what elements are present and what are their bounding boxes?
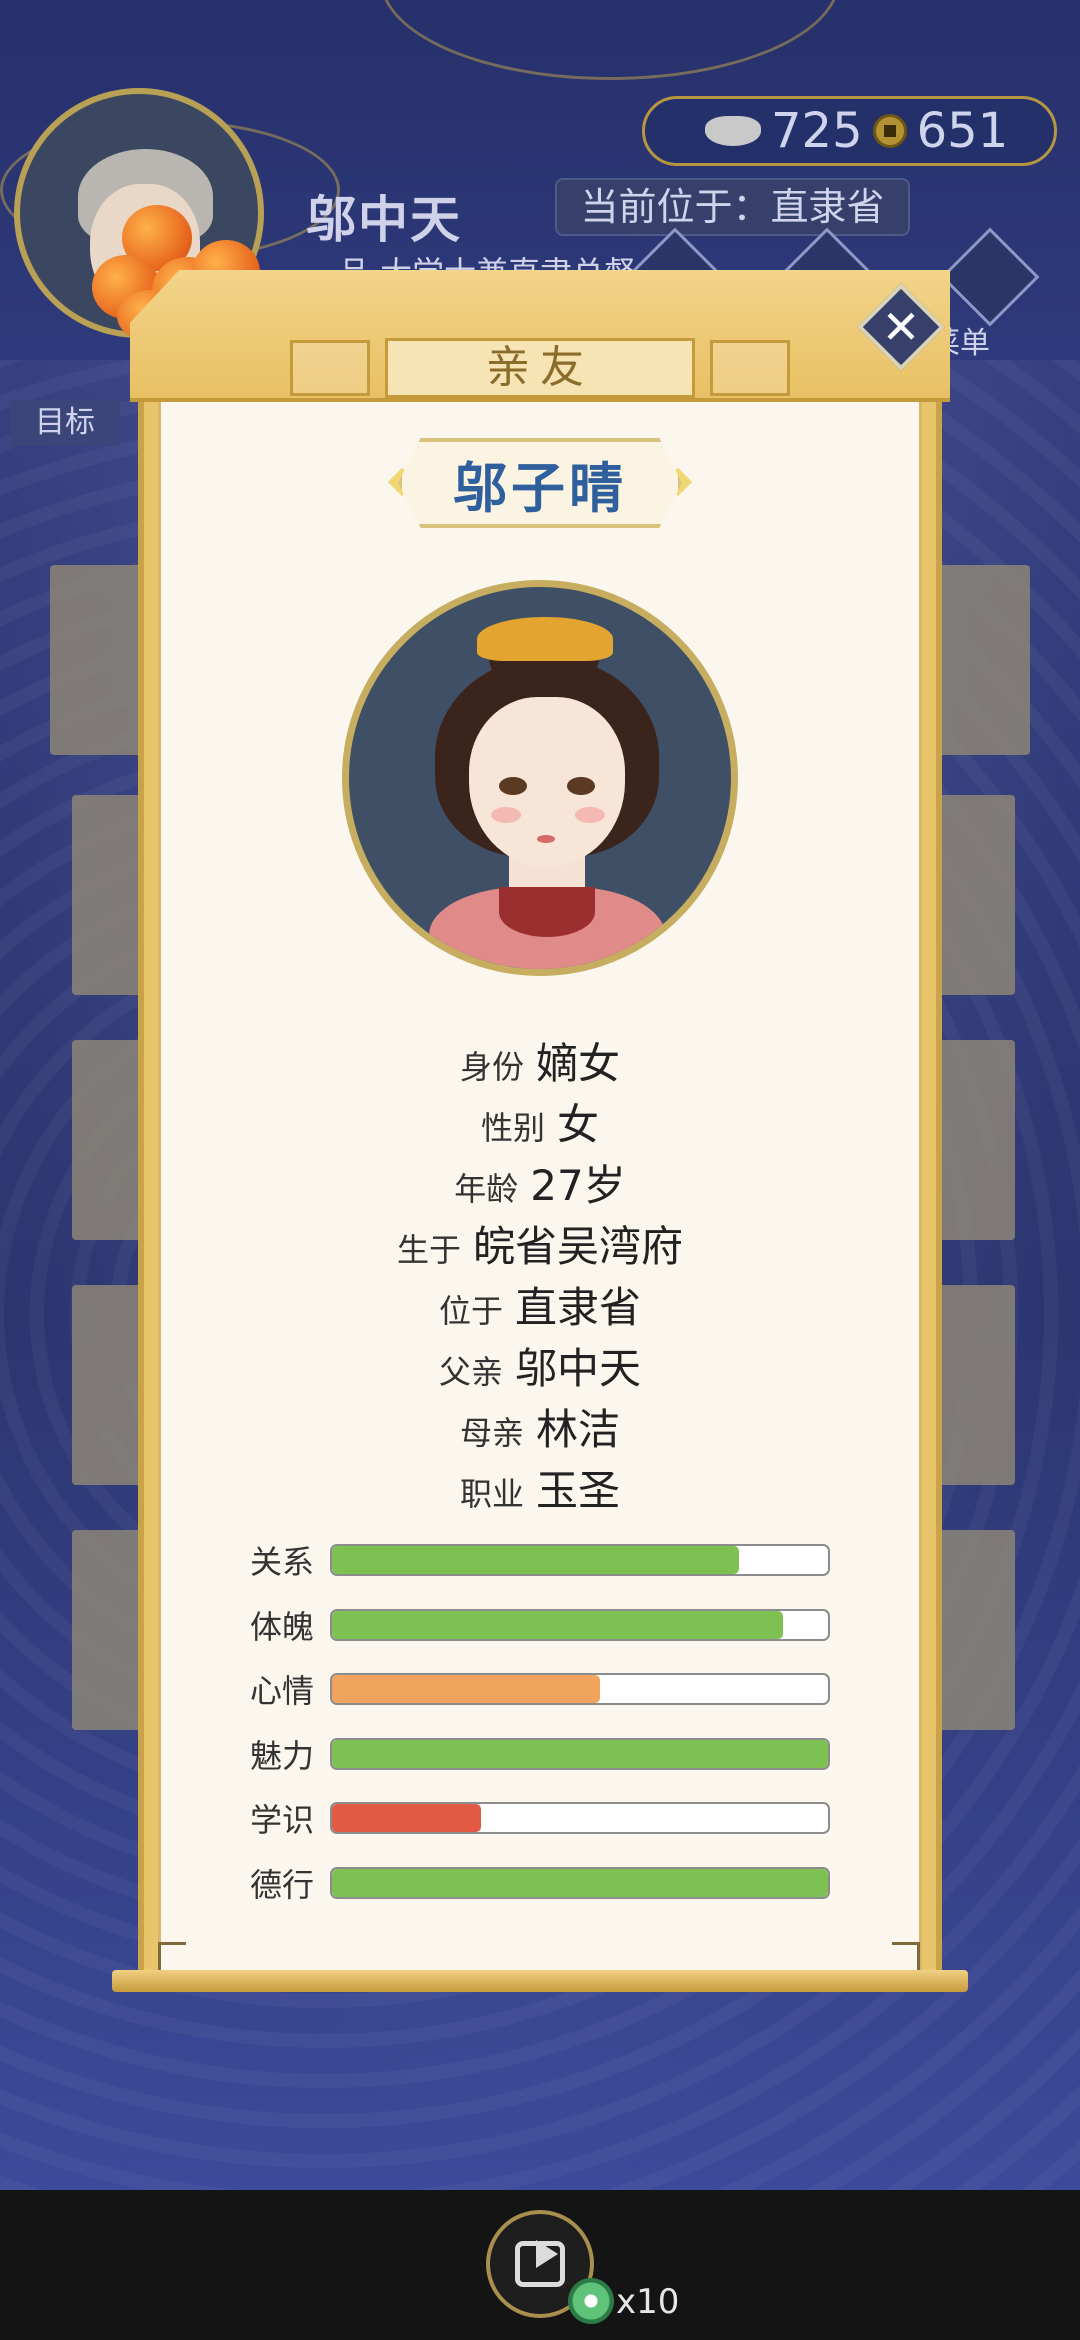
stat-bar <box>330 1673 830 1706</box>
info-key: 父亲 <box>438 1353 503 1391</box>
player-name: 邬中天 <box>306 191 462 249</box>
info-row-gender: 性别 女 <box>158 1091 922 1152</box>
modal-title: 亲友 <box>385 338 695 398</box>
silver-ingot-icon <box>705 116 761 146</box>
character-name: 邬子晴 <box>398 438 682 528</box>
info-value: 皖省吴湾府 <box>473 1222 684 1271</box>
header-ornament <box>710 340 790 396</box>
scroll-bottom-rod <box>112 1970 968 1992</box>
character-portrait <box>342 580 738 976</box>
info-row-location: 位于 直隶省 <box>158 1274 922 1335</box>
stat-row-virtue: 德行 <box>250 1851 835 1916</box>
stat-bar-fill <box>332 1546 739 1575</box>
info-value: 女 <box>557 1100 600 1149</box>
stat-bar-fill <box>332 1610 784 1639</box>
stat-bar <box>330 1802 830 1835</box>
stat-bar-fill <box>332 1868 828 1897</box>
background-card <box>935 1285 1015 1485</box>
info-key: 年龄 <box>454 1170 519 1208</box>
corner-ornament <box>158 1942 186 1970</box>
corner-ornament <box>892 1942 920 1970</box>
stat-row-physique: 体魄 <box>250 1593 835 1658</box>
close-icon: ✕ <box>881 300 921 354</box>
stat-bar-fill <box>332 1675 600 1704</box>
info-row-identity: 身份 嫡女 <box>158 1030 922 1091</box>
stat-label: 德行 <box>250 1865 315 1904</box>
info-row-father: 父亲 邬中天 <box>158 1335 922 1396</box>
info-key: 生于 <box>396 1231 461 1269</box>
copper-coin-icon <box>872 114 907 148</box>
stat-label: 魅力 <box>250 1736 315 1775</box>
current-location: 当前位于：直隶省 <box>555 178 910 236</box>
character-stats: 关系 体魄 心情 魅力 学识 德行 <box>250 1528 835 1915</box>
info-value: 直隶省 <box>515 1283 642 1332</box>
stat-bar <box>330 1544 830 1577</box>
info-key: 母亲 <box>459 1414 524 1452</box>
info-value: 林洁 <box>536 1405 621 1454</box>
info-key: 位于 <box>438 1292 503 1330</box>
info-row-mother: 母亲 林洁 <box>158 1396 922 1457</box>
info-key: 性别 <box>480 1109 545 1147</box>
background-card <box>930 565 1030 755</box>
jade-icon <box>568 2278 614 2324</box>
stat-bar <box>330 1866 830 1899</box>
info-value: 邬中天 <box>515 1344 642 1393</box>
info-value: 27岁 <box>530 1161 626 1210</box>
info-value: 玉圣 <box>536 1466 621 1515</box>
stat-row-relationship: 关系 <box>250 1528 835 1593</box>
info-row-age: 年龄 27岁 <box>158 1152 922 1213</box>
share-icon <box>515 2240 565 2287</box>
background-card <box>935 1040 1015 1240</box>
stat-bar <box>330 1737 830 1770</box>
info-key: 身份 <box>459 1048 524 1086</box>
header-ornament <box>290 340 370 396</box>
stat-label: 体魄 <box>250 1607 315 1646</box>
silver-amount: 725 <box>771 103 863 159</box>
info-row-occupation: 职业 玉圣 <box>158 1457 922 1518</box>
stat-label: 关系 <box>250 1543 315 1582</box>
stat-row-charm: 魅力 <box>250 1722 835 1787</box>
share-reward-count: x10 <box>616 2282 680 2322</box>
character-info: 身份 嫡女 性别 女 年龄 27岁 生于 皖省吴湾府 位于 直隶省 父亲 邬中天… <box>158 1030 922 1518</box>
background-card <box>935 1530 1015 1730</box>
stat-label: 学识 <box>250 1801 315 1840</box>
stat-row-mood: 心情 <box>250 1657 835 1722</box>
stat-row-knowledge: 学识 <box>250 1786 835 1851</box>
coin-amount: 651 <box>916 103 1009 159</box>
info-key: 职业 <box>459 1475 524 1513</box>
stat-label: 心情 <box>250 1672 315 1711</box>
stat-bar <box>330 1608 830 1641</box>
background-card <box>935 795 1015 995</box>
currency-bar: 725 651 <box>642 96 1057 166</box>
info-row-birthplace: 生于 皖省吴湾府 <box>158 1213 922 1274</box>
stat-bar-fill <box>332 1804 481 1833</box>
stat-bar-fill <box>332 1739 828 1768</box>
goal-button[interactable]: 目标 <box>10 400 120 446</box>
info-value: 嫡女 <box>536 1039 621 1088</box>
